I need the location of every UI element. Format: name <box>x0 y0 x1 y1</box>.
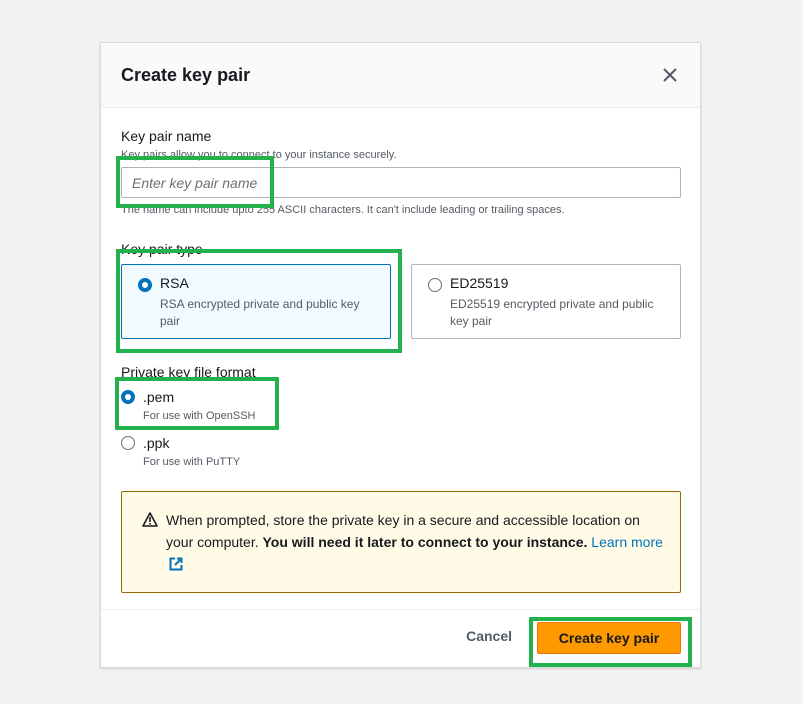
warning-icon <box>142 512 158 527</box>
key-pair-name-constraint: The name can include upto 255 ASCII char… <box>121 204 565 216</box>
dialog-header: Create key pair <box>101 43 700 108</box>
close-icon <box>663 68 677 82</box>
pem-radio[interactable] <box>121 390 135 404</box>
learn-more-label: Learn more <box>591 534 663 550</box>
pem-title[interactable]: .pem <box>143 389 174 405</box>
ed25519-radio[interactable] <box>428 278 442 292</box>
ppk-title[interactable]: .ppk <box>143 435 169 451</box>
pem-description: For use with OpenSSH <box>143 410 256 422</box>
close-button[interactable] <box>660 65 680 85</box>
create-key-pair-button[interactable]: Create key pair <box>537 622 681 654</box>
ed25519-description: ED25519 encrypted private and public key… <box>450 297 654 328</box>
file-format-label: Private key file format <box>121 364 256 380</box>
key-type-option-ed25519[interactable]: ED25519 ED25519 encrypted private and pu… <box>411 264 681 339</box>
external-link-icon <box>169 557 183 571</box>
rsa-radio[interactable] <box>138 278 152 292</box>
key-pair-name-input[interactable] <box>121 167 681 198</box>
key-pair-name-label: Key pair name <box>121 128 212 144</box>
rsa-title: RSA <box>160 275 189 291</box>
key-pair-type-label: Key pair type <box>121 241 203 257</box>
ed25519-title: ED25519 <box>450 275 509 291</box>
key-type-option-rsa[interactable]: RSA RSA encrypted private and public key… <box>121 264 391 339</box>
dialog-footer: Cancel Create key pair <box>101 609 700 667</box>
ppk-description: For use with PuTTY <box>143 456 241 468</box>
create-key-pair-dialog: Create key pair Key pair name Key pairs … <box>100 42 701 668</box>
ppk-radio[interactable] <box>121 436 135 450</box>
key-pair-name-description: Key pairs allow you to connect to your i… <box>121 149 397 161</box>
warning-alert: When prompted, store the private key in … <box>121 491 681 593</box>
cancel-button[interactable]: Cancel <box>460 627 518 645</box>
alert-bold-text: You will need it later to connect to you… <box>262 534 588 550</box>
dialog-title: Create key pair <box>121 64 251 85</box>
alert-message: When prompted, store the private key in … <box>166 509 666 575</box>
rsa-description: RSA encrypted private and public key pai… <box>160 297 360 328</box>
